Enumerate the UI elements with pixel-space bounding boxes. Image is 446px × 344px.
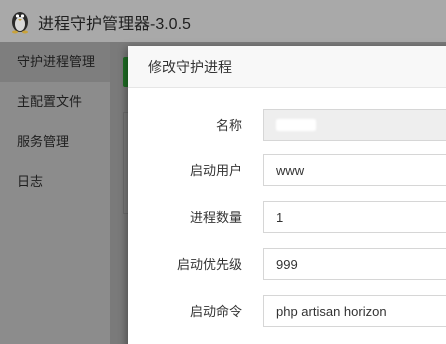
command-label: 启动命令 — [189, 304, 242, 319]
sidebar: 守护进程管理 主配置文件 服务管理 日志 — [0, 42, 110, 344]
form-row-priority: 启动优先级 — [128, 248, 446, 282]
priority-field[interactable] — [263, 248, 446, 280]
title-bar: 进程守护管理器-3.0.5 — [0, 0, 446, 42]
sidebar-item-service-management[interactable]: 服务管理 — [0, 122, 110, 162]
name-field — [263, 109, 446, 141]
form-row-name: 名称 — [128, 109, 446, 143]
process-count-field[interactable] — [263, 201, 446, 233]
edit-daemon-dialog: 修改守护进程 名称 启动用户 进程数量 启动优先级 启动命令 — [128, 46, 446, 344]
sidebar-item-daemon-management[interactable]: 守护进程管理 — [0, 42, 110, 82]
form-row-user: 启动用户 — [128, 154, 446, 188]
start-user-label: 启动用户 — [189, 163, 242, 178]
name-label: 名称 — [215, 118, 242, 133]
penguin-logo-icon — [12, 12, 28, 34]
app-title: 进程守护管理器-3.0.5 — [38, 16, 191, 33]
sidebar-item-main-config[interactable]: 主配置文件 — [0, 82, 110, 122]
priority-label: 启动优先级 — [176, 257, 242, 272]
form-row-numprocs: 进程数量 — [128, 201, 446, 235]
redacted-name — [276, 119, 316, 131]
process-count-label: 进程数量 — [189, 210, 242, 225]
sidebar-item-logs[interactable]: 日志 — [0, 162, 110, 202]
form-row-command: 启动命令 — [128, 295, 446, 329]
dialog-title: 修改守护进程 — [128, 46, 446, 88]
app-window: 进程守护管理器-3.0.5 守护进程管理 主配置文件 服务管理 日志 修改守护进… — [0, 0, 446, 344]
command-field[interactable] — [263, 295, 446, 327]
start-user-field[interactable] — [263, 154, 446, 186]
